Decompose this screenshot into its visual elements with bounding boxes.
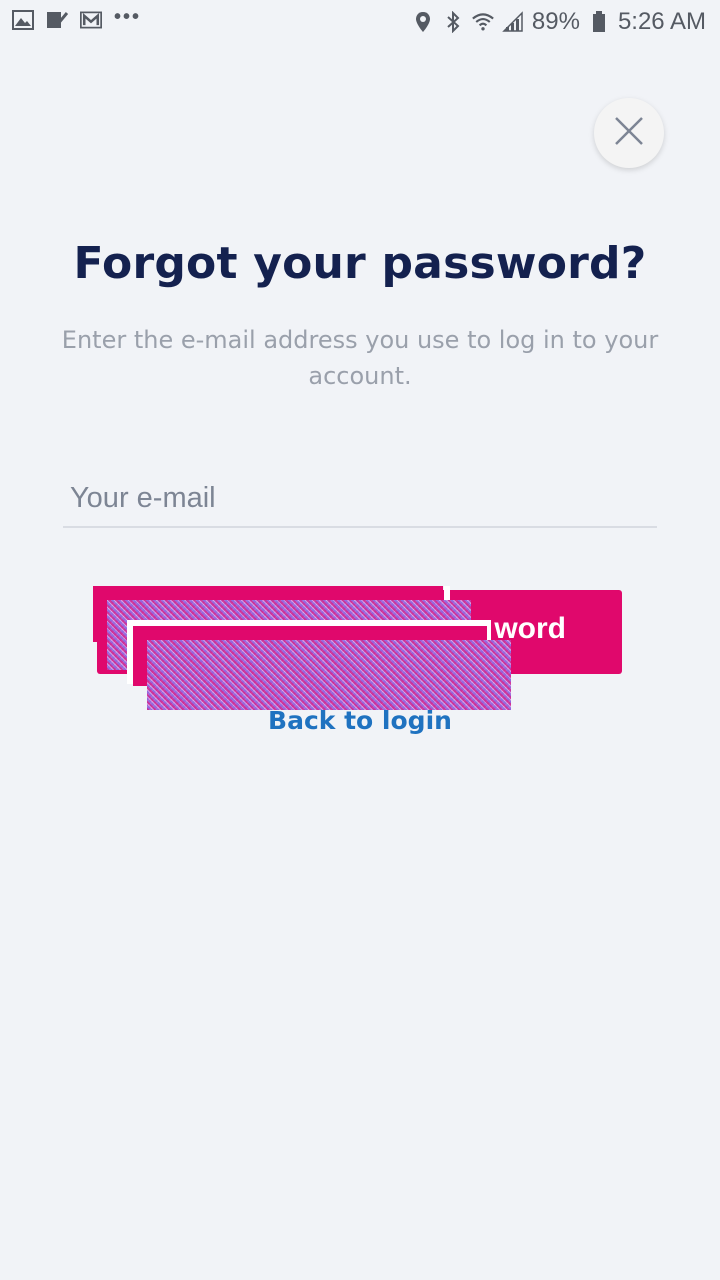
- wifi-icon: [472, 11, 494, 33]
- glitch-noise-block: [147, 640, 511, 710]
- page-title: Forgot your password?: [73, 238, 647, 289]
- check-icon: [46, 9, 68, 31]
- status-bar-left: •••: [12, 5, 142, 31]
- image-icon: [12, 9, 34, 31]
- status-bar: ••• 89% 5:26 AM: [0, 0, 720, 42]
- close-icon: [614, 116, 644, 150]
- mail-icon: [80, 9, 102, 31]
- page-subtitle: Enter the e-mail address you use to log …: [61, 326, 659, 390]
- clock: 5:26 AM: [617, 8, 706, 35]
- location-icon: [412, 11, 434, 33]
- status-bar-right: 89% 5:26 AM: [412, 8, 706, 36]
- battery-icon: [588, 11, 610, 33]
- email-field[interactable]: [63, 470, 657, 528]
- battery-percent: 89%: [531, 8, 580, 35]
- bluetooth-icon: [442, 11, 464, 33]
- signal-icon: [502, 11, 524, 33]
- back-to-login-link[interactable]: Back to login: [0, 706, 720, 735]
- more-icon: •••: [114, 5, 142, 28]
- close-button[interactable]: [594, 98, 664, 168]
